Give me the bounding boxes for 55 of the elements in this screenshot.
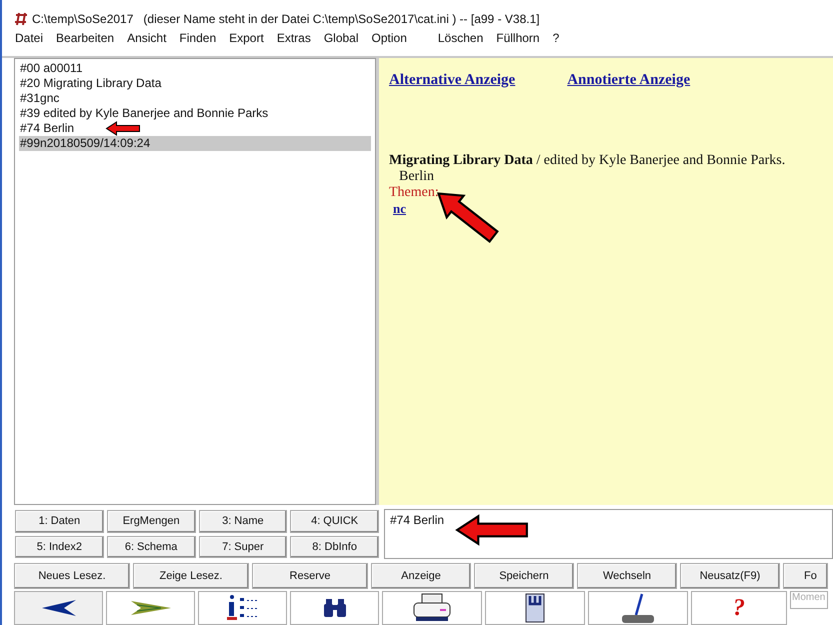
action-button[interactable]: Neues Lesez. [14,563,130,589]
action-button[interactable]: Reserve [252,563,368,589]
record-line[interactable]: #00 a00011 [19,61,371,76]
toolbar-button[interactable] [14,591,103,625]
record-line[interactable]: #39 edited by Kyle Banerjee and Bonnie Parks [19,106,371,121]
toolbar-button[interactable] [485,591,585,625]
menu-item[interactable]: Finden [179,31,216,45]
menu-item[interactable]: Bearbeiten [56,31,114,45]
menu-item[interactable]: ? [552,31,560,45]
menu-item[interactable]: Option [372,31,407,45]
title-statement: Migrating Library Data / edited by Kyle Banerjee and Bonnie Parks. [389,152,786,169]
document-icon [525,593,545,623]
menu-item[interactable]: Ansicht [127,31,166,45]
index-button[interactable]: 6: Schema [106,536,196,558]
toolbar-button[interactable] [198,591,287,625]
action-button[interactable]: Zeige Lesez. [133,563,249,589]
action-button[interactable]: Wechseln [577,563,677,589]
display-link[interactable]: Annotierte Anzeige [567,72,690,152]
command-text: #74 Berlin [390,513,444,527]
index-button[interactable]: 5: Index2 [15,536,104,558]
menu-item[interactable]: Löschen [438,31,484,45]
action-button[interactable]: Speichern [474,563,574,589]
subjects-label: Themen: [389,185,439,200]
menu-item[interactable]: Füllhorn [496,31,540,45]
action-button[interactable]: Anzeige [371,563,471,589]
menu-item[interactable]: Datei [15,31,44,45]
toolbar-button[interactable] [290,591,379,625]
action-button[interactable]: Fo [783,563,828,589]
index-button[interactable]: 3: Name [198,510,288,532]
action-button[interactable]: Neusatz(F9) [680,563,780,589]
binoculars-icon [322,598,346,618]
record-line[interactable]: #20 Migrating Library Data [19,76,371,91]
toolbar-button[interactable]: ? [691,591,787,625]
menu-item[interactable]: Export [229,31,264,45]
printer-icon [412,593,452,623]
menu-item[interactable]: Global [324,31,359,45]
index-button[interactable]: 7: Super [198,536,288,558]
info-list-icon [226,594,260,622]
index-button[interactable]: 4: QUICK [290,510,379,532]
display-link[interactable]: Alternative Anzeige [389,72,516,152]
arrow-right-icon [130,601,170,615]
toolbar-button[interactable] [588,591,688,625]
command-field[interactable]: #74 Berlin [384,509,833,559]
record-line[interactable]: #31gnc [19,91,371,106]
subject-link[interactable]: nc [393,201,406,217]
index-button[interactable]: 1: Daten [15,510,104,532]
place-text: Berlin [398,169,435,185]
index-button[interactable]: ErgMengen [106,510,196,532]
index-button[interactable]: 8: DbInfo [290,536,379,558]
record-line[interactable]: #74 Berlin [19,121,371,136]
menu-item[interactable]: Extras [276,31,311,45]
app-icon [14,12,28,26]
window-title: C:\temp\SoSe2017 (dieser Name steht in der Datei C:\temp\SoSe2017\cat.ini ) -- [a99 - V38.1] [32,12,540,26]
arrow-left-icon [42,600,76,616]
toolbar-button[interactable] [382,591,482,625]
